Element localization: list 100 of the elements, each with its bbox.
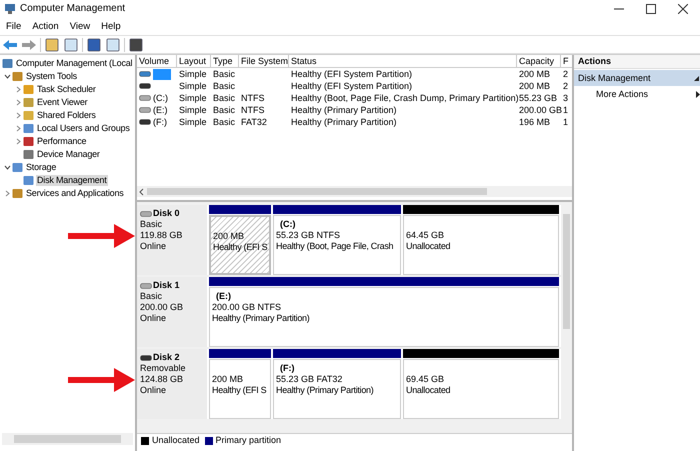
partition-block[interactable]: (F:) 55.23 GB FAT32 Healthy (Primary Partition) [273, 359, 401, 419]
expand-icon[interactable] [4, 190, 10, 197]
tree-item[interactable]: Event Viewer [36, 97, 88, 108]
window-title: Computer Management [20, 3, 126, 14]
forward-icon[interactable] [21, 38, 37, 50]
actions-header: Actions [574, 55, 700, 69]
tree-item[interactable]: System Tools [25, 71, 78, 82]
expand-icon[interactable] [14, 138, 22, 145]
table-cell: Basic [213, 68, 236, 80]
partition-block[interactable]: (E:) 200.00 GB NTFS Healthy (Primary Partition) [209, 287, 559, 347]
actions-section[interactable]: Disk Management [574, 70, 700, 86]
table-cell: 55.23 GB [519, 92, 558, 104]
disk-size: 200.00 GB [140, 302, 184, 313]
tree-item[interactable]: Computer Management (Local [15, 58, 134, 69]
partition-label: (F:) [279, 363, 296, 374]
disk-type: Basic [140, 219, 164, 230]
table-cell: Simple [179, 92, 207, 104]
partition-status: Unallocated [406, 385, 450, 396]
tree-item[interactable]: Storage [25, 162, 58, 173]
horizontal-scrollbar[interactable] [137, 186, 572, 197]
column-header[interactable]: F [561, 55, 572, 67]
partition-block[interactable]: 64.45 GB Unallocated [403, 215, 559, 275]
tree-item[interactable]: Disk Management [36, 175, 108, 186]
partition-status: Healthy (Boot, Page File, Crash [276, 241, 394, 252]
partition-size: 200 MB [213, 231, 244, 242]
table-cell: Basic [213, 80, 236, 92]
column-header[interactable]: Status [289, 55, 517, 67]
horizontal-scrollbar[interactable] [2, 433, 133, 445]
expand-icon[interactable] [14, 125, 22, 132]
partition-block[interactable]: 69.45 GB Unallocated [403, 359, 559, 419]
table-cell[interactable]: (E:) [153, 104, 168, 116]
menu-item[interactable]: Help [101, 20, 121, 32]
table-cell[interactable]: (F:) [153, 116, 167, 128]
table-cell: Basic [213, 92, 236, 104]
menu-item[interactable]: Action [32, 20, 59, 32]
expand-icon[interactable] [14, 112, 22, 119]
disk-status: Online [140, 313, 168, 324]
collapse-icon[interactable] [4, 73, 10, 80]
column-header[interactable]: Volume [137, 55, 177, 67]
collapse-icon[interactable] [4, 164, 10, 171]
pane-icon[interactable] [63, 36, 79, 52]
table-cell: Simple [179, 80, 207, 92]
menu-item[interactable]: View [70, 20, 90, 32]
disk-name: Disk 0 [153, 208, 180, 219]
submenu-arrow-icon [696, 90, 700, 98]
table-cell: Simple [179, 68, 207, 80]
table-cell: NTFS [241, 104, 264, 116]
table-cell: Healthy (Primary Partition) [291, 104, 397, 116]
table-cell[interactable]: (C:) [153, 92, 168, 104]
table-cell: 3 [563, 92, 568, 104]
partition-size: 69.45 GB [406, 374, 444, 385]
table-cell: Basic [213, 104, 236, 116]
tree-item[interactable]: Services and Applications [25, 188, 125, 199]
partition-status: Unallocated [406, 241, 450, 252]
column-header[interactable]: Type [211, 55, 239, 67]
table-cell: 196 MB [519, 116, 550, 128]
collapse-icon [694, 76, 699, 80]
partition-block[interactable]: 200 MB Healthy (EFI S [209, 215, 271, 275]
expand-icon[interactable] [14, 86, 22, 93]
table-cell: 2 [563, 80, 568, 92]
disk-size: 119.88 GB [140, 230, 184, 241]
tree-item[interactable]: Task Scheduler [36, 84, 97, 95]
table-cell: Basic [213, 116, 236, 128]
maximize-icon[interactable] [646, 4, 656, 14]
partition-size: 55.23 GB FAT32 [276, 374, 342, 385]
partition-size: 55.23 GB NTFS [276, 230, 340, 241]
folder-up-icon[interactable] [44, 36, 60, 52]
table-cell: Simple [179, 104, 207, 116]
table-cell: 1 [563, 116, 568, 128]
tree-item[interactable]: Local Users and Groups [36, 123, 131, 134]
tree-item[interactable]: Shared Folders [36, 110, 97, 121]
partition-label: (E:) [215, 291, 232, 302]
column-header[interactable]: File System [239, 55, 289, 67]
column-header[interactable]: Capacity [517, 55, 561, 67]
partition-status: Healthy (Primary Partition) [212, 313, 310, 324]
disk-type: Removable [140, 363, 187, 374]
disk-type: Basic [140, 291, 164, 302]
table-cell: Healthy (EFI System Partition) [291, 68, 412, 80]
disk-status: Online [140, 385, 168, 396]
pane-icon[interactable] [105, 36, 121, 52]
menu-item[interactable]: File [6, 20, 22, 32]
pointer-arrow [68, 367, 136, 393]
close-icon[interactable] [678, 4, 688, 14]
table-cell: 2 [563, 68, 568, 80]
column-header[interactable]: Layout [177, 55, 211, 67]
partition-status: Healthy (EFI S [212, 385, 266, 396]
tree-item[interactable]: Device Manager [36, 149, 101, 160]
pointer-arrow [68, 223, 136, 249]
action-link[interactable]: More Actions [596, 88, 696, 100]
partition-block[interactable]: 200 MB Healthy (EFI S [209, 359, 271, 419]
properties-icon[interactable] [128, 36, 144, 52]
partition-block[interactable]: (C:) 55.23 GB NTFS Healthy (Boot, Page File, Crash [273, 215, 401, 275]
table-cell: 1 [563, 104, 568, 116]
legend-label: Primary partition [216, 435, 282, 446]
back-icon[interactable] [2, 38, 18, 50]
expand-icon[interactable] [14, 99, 22, 106]
disk-status: Online [140, 241, 168, 252]
table-cell: NTFS [241, 92, 264, 104]
tree-item[interactable]: Performance [36, 136, 88, 147]
help-icon[interactable] [86, 36, 102, 52]
